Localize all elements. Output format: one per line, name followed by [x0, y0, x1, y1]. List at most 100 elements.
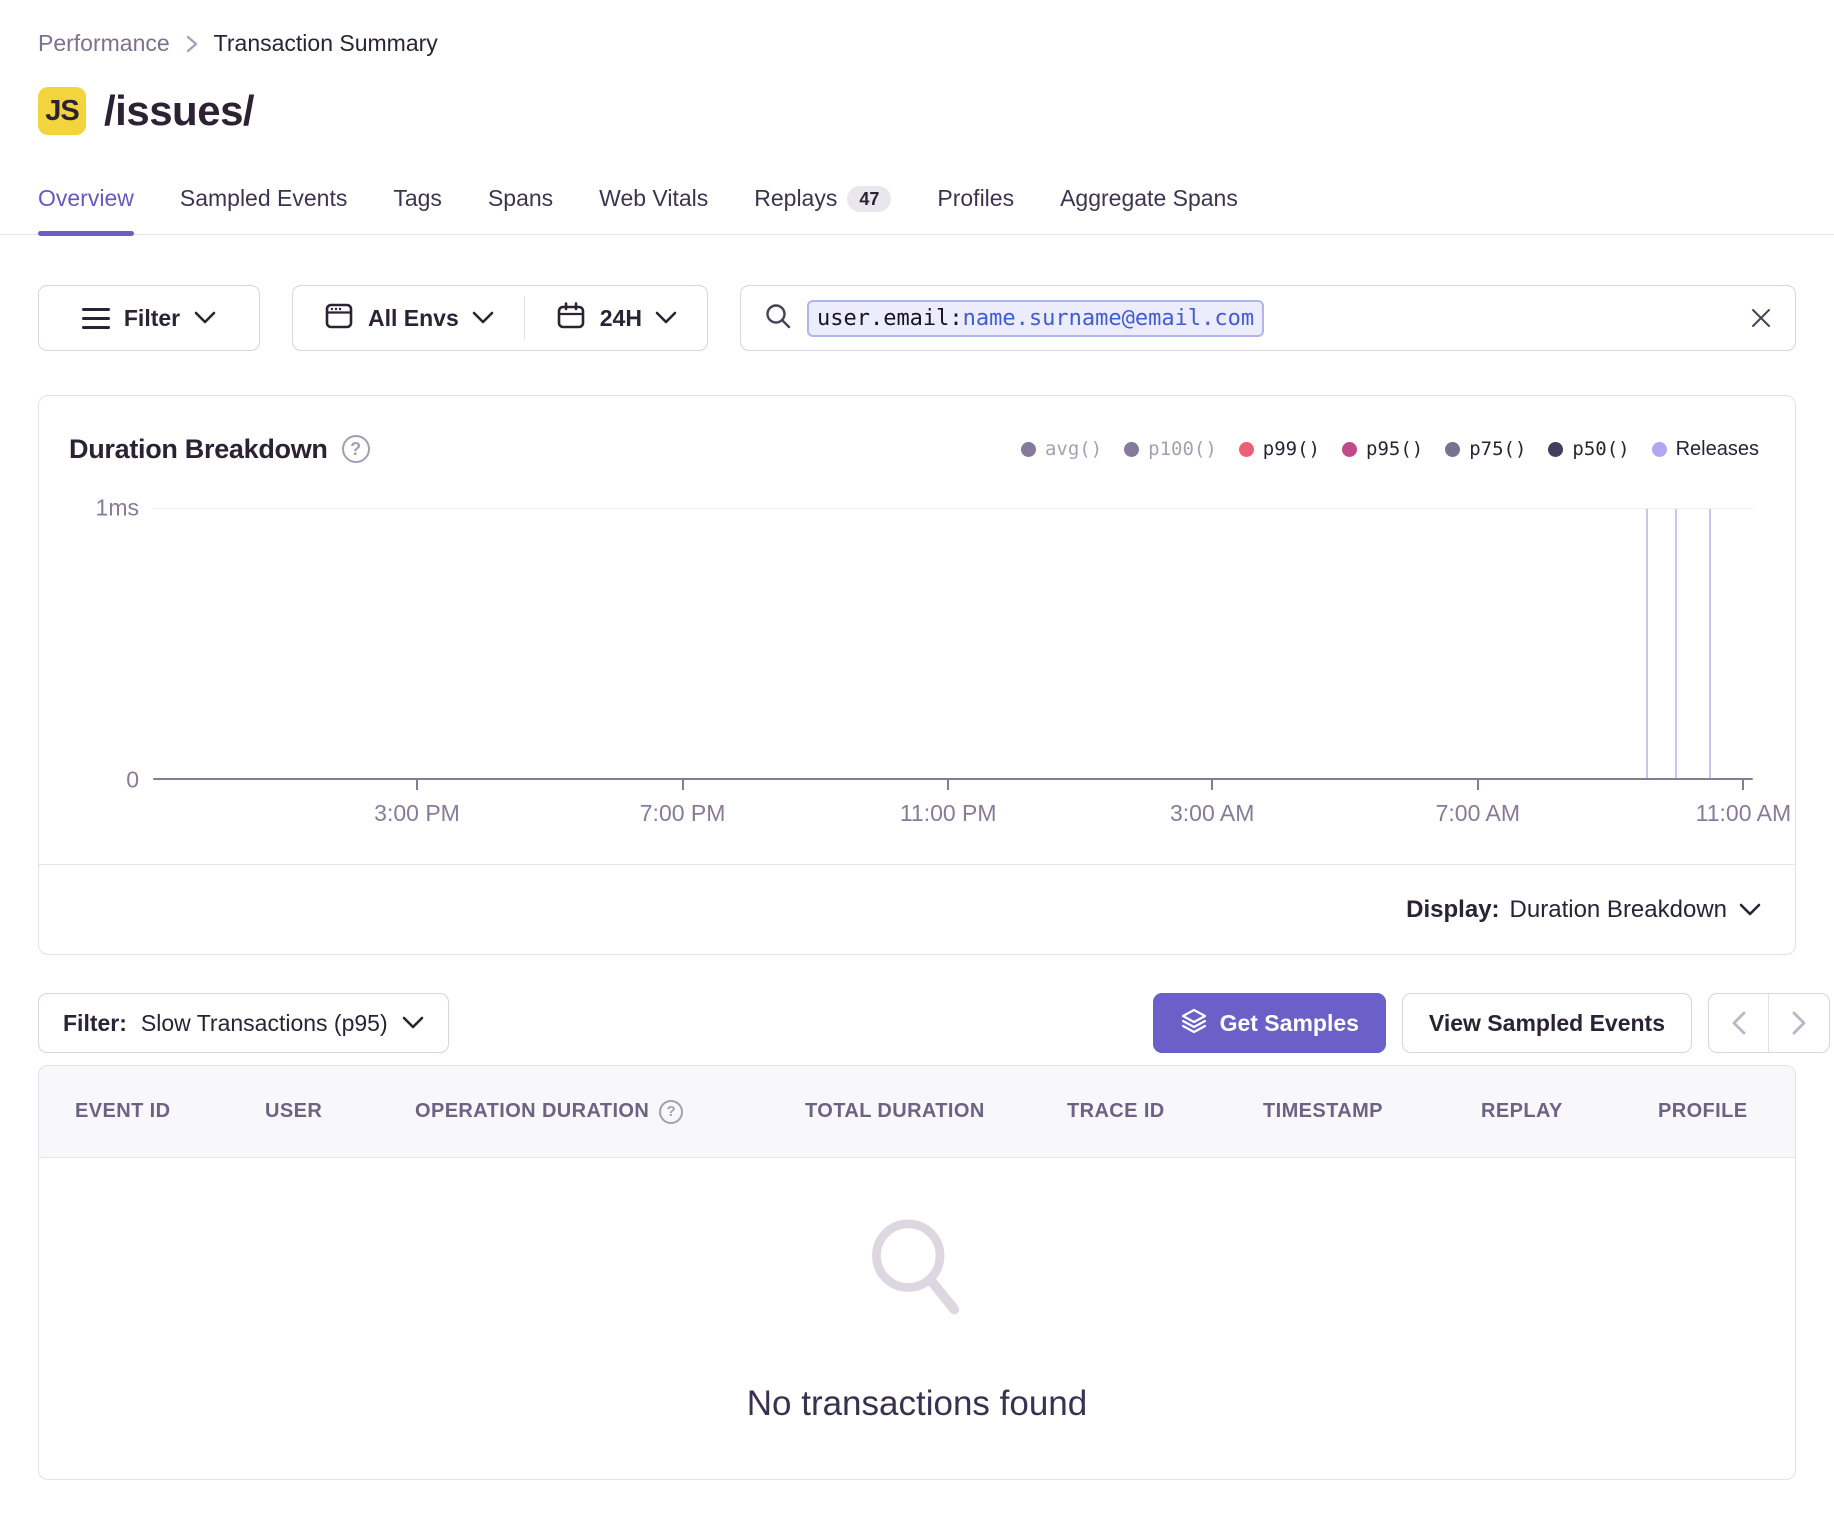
column-user: User — [265, 1100, 415, 1123]
legend-dot — [1548, 442, 1563, 457]
chevron-right-icon — [184, 34, 200, 54]
display-dropdown[interactable]: Duration Breakdown — [1510, 896, 1761, 924]
legend-item-avg[interactable]: avg() — [1021, 438, 1102, 460]
legend-dot — [1445, 442, 1460, 457]
previous-page-button[interactable] — [1709, 994, 1769, 1052]
legend-label: p75() — [1469, 438, 1526, 460]
column-trace-id: Trace ID — [1067, 1100, 1263, 1123]
legend-item-p100[interactable]: p100() — [1124, 438, 1217, 460]
get-samples-label: Get Samples — [1220, 1010, 1359, 1037]
filter-button-label: Filter — [124, 305, 180, 332]
release-marker-line[interactable] — [1675, 509, 1677, 779]
table-empty-state: No transactions found — [39, 1158, 1795, 1479]
release-marker-line[interactable] — [1709, 509, 1711, 779]
search-input[interactable]: user.email:name.surname@email.com — [740, 285, 1796, 351]
x-axis-label: 11:00 PM — [900, 800, 997, 827]
tab-overview[interactable]: Overview — [38, 185, 134, 234]
x-axis-label: 7:00 PM — [640, 800, 726, 827]
tab-profiles-label: Profiles — [937, 185, 1014, 212]
help-icon[interactable]: ? — [342, 435, 370, 463]
x-axis-label: 11:00 AM — [1696, 800, 1791, 827]
time-range-label: 24H — [600, 305, 642, 332]
env-time-group: All Envs 24H — [292, 285, 708, 351]
view-sampled-events-label: View Sampled Events — [1429, 1010, 1665, 1037]
tabs-bar: Overview Sampled Events Tags Spans Web V… — [0, 185, 1834, 235]
tab-spans[interactable]: Spans — [488, 185, 553, 234]
column-replay: Replay — [1481, 1100, 1658, 1123]
tab-replays[interactable]: Replays 47 — [754, 185, 891, 234]
search-filter-token[interactable]: user.email:name.surname@email.com — [807, 300, 1264, 337]
legend-dot — [1239, 442, 1254, 457]
legend-dot — [1342, 442, 1357, 457]
chevron-right-icon — [1790, 1010, 1808, 1036]
help-icon[interactable]: ? — [659, 1100, 683, 1124]
legend-item-releases[interactable]: Releases — [1652, 438, 1759, 461]
tab-overview-label: Overview — [38, 185, 134, 212]
tab-web-vitals-label: Web Vitals — [599, 185, 708, 212]
search-icon — [763, 301, 793, 336]
breadcrumb: Performance Transaction Summary — [0, 30, 1834, 57]
tab-web-vitals[interactable]: Web Vitals — [599, 185, 708, 234]
empty-state-message: No transactions found — [747, 1384, 1087, 1424]
transaction-summary-page: Performance Transaction Summary JS /issu… — [0, 0, 1834, 1532]
get-samples-button[interactable]: Get Samples — [1153, 993, 1386, 1053]
time-range-selector[interactable]: 24H — [525, 286, 707, 350]
tab-aggregate-spans-label: Aggregate Spans — [1060, 185, 1238, 212]
page-title: /issues/ — [104, 87, 254, 135]
view-sampled-events-button[interactable]: View Sampled Events — [1402, 993, 1692, 1053]
chart-plot-area[interactable]: 1ms 0 3:00 PM 7:00 PM 11:00 PM 3:00 AM 7… — [153, 508, 1753, 780]
empty-search-icon — [862, 1214, 972, 1344]
environment-selector[interactable]: All Envs — [293, 286, 524, 350]
chevron-down-icon — [194, 311, 216, 325]
tab-tags[interactable]: Tags — [393, 185, 442, 234]
legend-label: Releases — [1676, 438, 1759, 461]
transactions-table: Event ID User Operation Duration? Total … — [38, 1065, 1796, 1480]
platform-js-badge: JS — [38, 87, 86, 135]
breadcrumb-transaction-summary: Transaction Summary — [214, 30, 438, 57]
legend-item-p95[interactable]: p95() — [1342, 438, 1423, 460]
tab-aggregate-spans[interactable]: Aggregate Spans — [1060, 185, 1238, 234]
legend-item-p75[interactable]: p75() — [1445, 438, 1526, 460]
tab-sampled-events-label: Sampled Events — [180, 185, 347, 212]
search-token-key: user.email: — [817, 306, 963, 331]
x-axis-line — [153, 778, 1753, 780]
chevron-down-icon — [472, 311, 494, 325]
layers-icon — [1180, 1007, 1208, 1040]
x-axis-tick — [682, 780, 684, 790]
column-operation-duration-label: Operation Duration — [415, 1100, 649, 1123]
tab-replays-label: Replays — [754, 185, 837, 212]
tab-sampled-events[interactable]: Sampled Events — [180, 185, 347, 234]
column-operation-duration: Operation Duration? — [415, 1100, 805, 1124]
legend-label: p100() — [1148, 438, 1217, 460]
x-axis-tick — [1211, 780, 1213, 790]
x-axis-tick — [1742, 780, 1744, 790]
pagination — [1708, 993, 1830, 1053]
clear-search-icon[interactable] — [1749, 306, 1773, 330]
chart-title: Duration Breakdown — [69, 434, 328, 465]
tab-tags-label: Tags — [393, 185, 442, 212]
x-axis-label: 3:00 AM — [1170, 800, 1254, 827]
legend-label: p50() — [1572, 438, 1629, 460]
chevron-down-icon — [1739, 903, 1761, 917]
samples-toolbar: Filter: Slow Transactions (p95) Get Samp… — [0, 993, 1834, 1053]
column-profile: Profile — [1658, 1100, 1759, 1123]
legend-item-p50[interactable]: p50() — [1548, 438, 1629, 460]
legend-dot — [1124, 442, 1139, 457]
tab-spans-label: Spans — [488, 185, 553, 212]
y-axis-label-top: 1ms — [69, 495, 139, 522]
chevron-down-icon — [655, 311, 677, 325]
samples-filter-dropdown[interactable]: Filter: Slow Transactions (p95) — [38, 993, 449, 1053]
gridline-1ms — [153, 508, 1753, 509]
filter-button[interactable]: Filter — [38, 285, 260, 351]
legend-item-p99[interactable]: p99() — [1239, 438, 1320, 460]
samples-filter-label: Filter: — [63, 1010, 127, 1037]
x-axis-tick — [947, 780, 949, 790]
breadcrumb-performance[interactable]: Performance — [38, 30, 170, 57]
release-marker-line[interactable] — [1646, 509, 1648, 779]
legend-label: p95() — [1366, 438, 1423, 460]
chevron-down-icon — [402, 1016, 424, 1030]
duration-breakdown-panel: Duration Breakdown ? avg() p100() p99() … — [38, 395, 1796, 955]
tab-profiles[interactable]: Profiles — [937, 185, 1014, 234]
next-page-button[interactable] — [1769, 994, 1829, 1052]
calendar-icon — [555, 300, 587, 337]
